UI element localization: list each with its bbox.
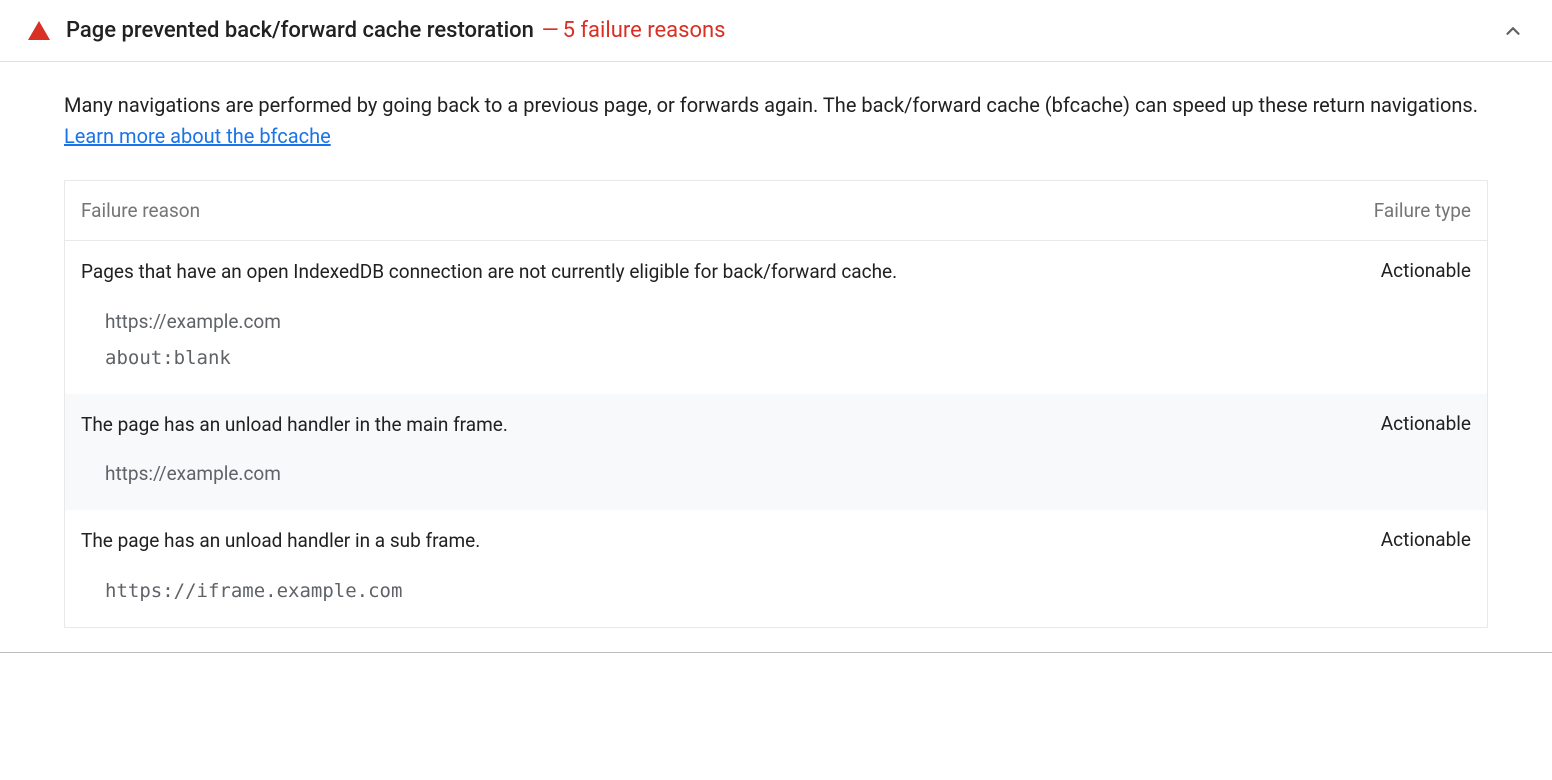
failure-url: https://example.com — [105, 456, 1471, 492]
chevron-up-icon[interactable] — [1502, 20, 1524, 42]
failure-url: about:blank — [105, 340, 1471, 376]
failure-reason: The page has an unload handler in the ma… — [81, 412, 1331, 439]
header-text-group: Page prevented back/forward cache restor… — [66, 18, 726, 43]
failure-urls: https://example.com — [81, 456, 1471, 492]
table-row: The page has an unload handler in the ma… — [65, 394, 1487, 511]
failure-type: Actionable — [1331, 259, 1471, 282]
failure-type: Actionable — [1331, 412, 1471, 435]
table-row: Pages that have an open IndexedDB connec… — [65, 241, 1487, 394]
failure-reason: Pages that have an open IndexedDB connec… — [81, 259, 1331, 286]
failure-url: https://iframe.example.com — [105, 573, 1471, 609]
panel-description: Many navigations are performed by going … — [0, 62, 1552, 180]
failure-count: 5 failure reasons — [563, 18, 726, 43]
bfcache-panel: Page prevented back/forward cache restor… — [0, 0, 1552, 653]
failure-table-wrapper: Failure reason Failure type Pages that h… — [0, 180, 1552, 652]
failure-reason: The page has an unload handler in a sub … — [81, 528, 1331, 555]
learn-more-link[interactable]: Learn more about the bfcache — [64, 124, 331, 148]
header-dash: — — [542, 18, 559, 43]
panel-title: Page prevented back/forward cache restor… — [66, 18, 534, 43]
failure-url: https://example.com — [105, 304, 1471, 340]
description-text: Many navigations are performed by going … — [64, 93, 1478, 117]
panel-header[interactable]: Page prevented back/forward cache restor… — [0, 0, 1552, 62]
failure-urls: https://example.comabout:blank — [81, 304, 1471, 376]
table-row: The page has an unload handler in a sub … — [65, 510, 1487, 627]
failure-type: Actionable — [1331, 528, 1471, 551]
failure-urls: https://iframe.example.com — [81, 573, 1471, 609]
column-header-reason: Failure reason — [81, 199, 1331, 222]
failure-table: Failure reason Failure type Pages that h… — [64, 180, 1488, 628]
table-header-row: Failure reason Failure type — [65, 181, 1487, 241]
warning-triangle-icon — [28, 21, 50, 40]
column-header-type: Failure type — [1331, 199, 1471, 222]
